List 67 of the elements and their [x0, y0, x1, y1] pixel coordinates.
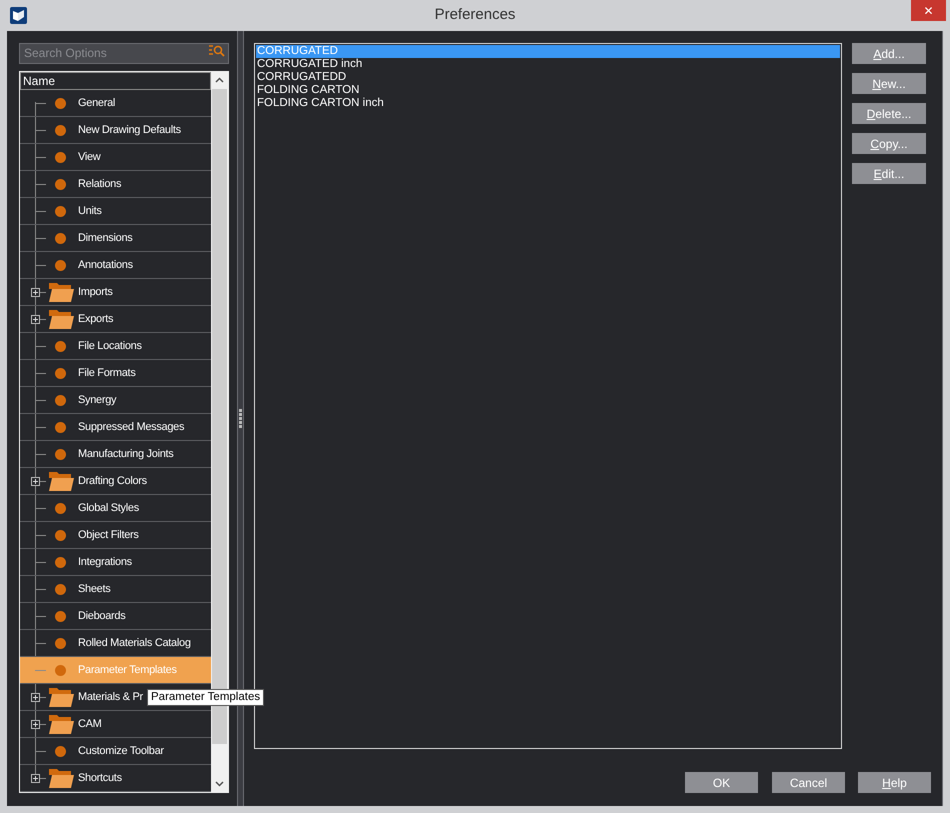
dot-icon [55, 98, 66, 108]
dot-icon [55, 422, 66, 432]
dot-icon [55, 232, 66, 244]
search-field[interactable]: Search Options [19, 42, 229, 64]
dot-icon [55, 448, 66, 460]
tree-item[interactable]: New Drawing Defaults [20, 117, 211, 144]
window-title: Preferences [434, 5, 516, 26]
dot-icon [55, 260, 66, 270]
tree-item[interactable]: Integrations [20, 549, 211, 576]
tree-item[interactable]: Relations [20, 171, 211, 198]
tree-item[interactable]: General [20, 90, 211, 117]
folder-icon [49, 687, 74, 707]
dot-icon [55, 638, 66, 648]
expand-icon[interactable] [31, 477, 40, 486]
dot-icon [55, 152, 66, 162]
template-item[interactable]: CORRUGATED inch [256, 58, 840, 71]
template-item[interactable]: CORRUGATEDD [256, 71, 840, 84]
folder-icon [49, 471, 74, 491]
tree-item[interactable]: Exports [20, 306, 211, 333]
dot-icon [55, 340, 66, 352]
dot-icon [55, 394, 66, 406]
tree-item[interactable]: Global Styles [20, 495, 211, 522]
tree-item[interactable]: CAM [20, 711, 211, 738]
tree-item[interactable]: Dimensions [20, 225, 211, 252]
search-icon [209, 45, 225, 57]
tree-item[interactable]: Imports [20, 279, 211, 306]
tree-item[interactable]: View [20, 144, 211, 171]
tree-item[interactable]: Annotations [20, 252, 211, 279]
folder-icon [49, 714, 74, 734]
tree-item[interactable]: File Locations [20, 333, 211, 360]
tree-item[interactable]: Customize Toolbar [20, 738, 211, 765]
tree-item[interactable]: File Formats [20, 360, 211, 387]
template-item[interactable]: FOLDING CARTON [256, 84, 840, 97]
tree-item[interactable]: Suppressed Messages [20, 414, 211, 441]
tooltip: Parameter Templates [147, 689, 264, 706]
dot-icon [55, 664, 66, 676]
folder-icon [49, 768, 74, 788]
column-header[interactable]: Name [20, 72, 211, 90]
folder-icon [49, 282, 74, 302]
tree-item[interactable]: Synergy [20, 387, 211, 414]
dot-icon [55, 584, 66, 594]
tree-item[interactable]: Dieboards [20, 603, 211, 630]
app-logo-icon [10, 7, 27, 24]
tree-item[interactable]: Manufacturing Joints [20, 441, 211, 468]
tree-item[interactable]: Sheets [20, 576, 211, 603]
expand-icon[interactable] [31, 288, 40, 297]
dot-icon [55, 206, 66, 216]
dot-icon [55, 178, 66, 190]
tree-item[interactable]: Units [20, 198, 211, 225]
dot-icon [55, 610, 66, 622]
tree-item[interactable]: Drafting Colors [20, 468, 211, 495]
folder-icon [49, 309, 74, 329]
expand-icon[interactable] [31, 315, 40, 324]
expand-icon[interactable] [31, 693, 40, 702]
tree-item[interactable]: Shortcuts [20, 765, 211, 792]
expand-icon[interactable] [31, 720, 40, 729]
dot-icon [55, 556, 66, 568]
dot-icon [55, 746, 66, 756]
tree-item[interactable]: Object Filters [20, 522, 211, 549]
dot-icon [55, 502, 66, 514]
dot-icon [55, 530, 66, 540]
expand-icon[interactable] [31, 774, 40, 783]
dot-icon [55, 368, 66, 378]
template-item[interactable]: FOLDING CARTON inch [256, 97, 840, 110]
grip-icon [239, 409, 242, 428]
dot-icon [55, 124, 66, 136]
close-button[interactable]: ✕ [911, 0, 946, 21]
